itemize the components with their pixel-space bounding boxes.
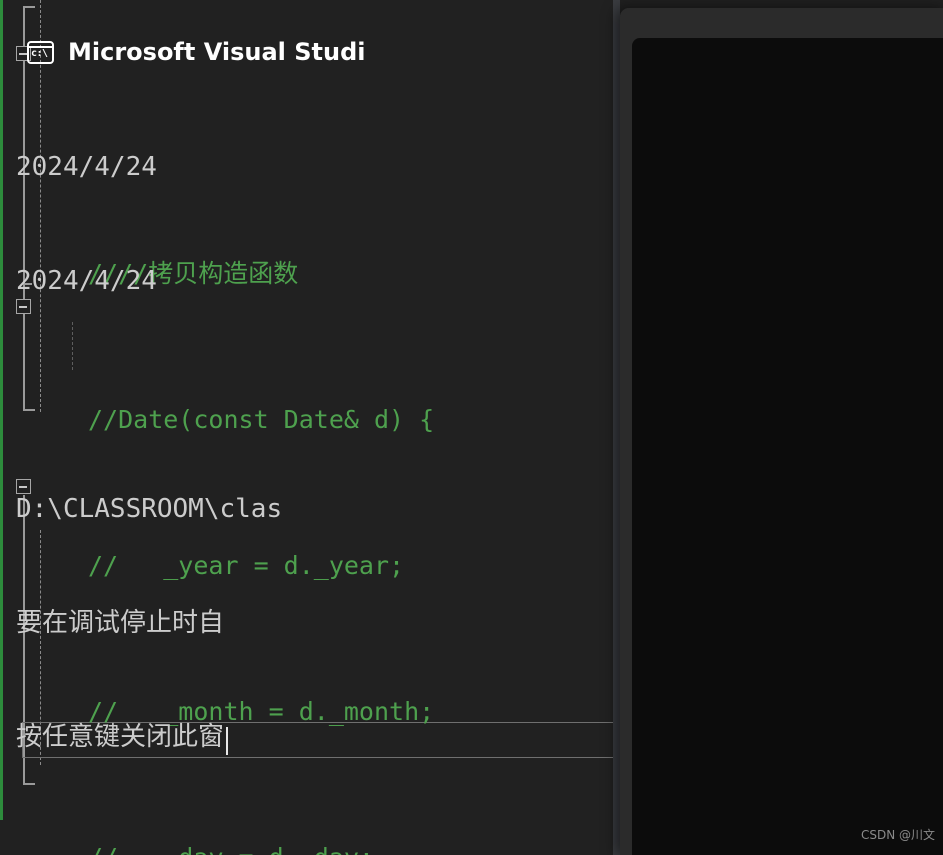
console-line-debug-note: 要在调试停止时自 [16,608,225,638]
pane-divider[interactable] [613,0,620,855]
console-titlebar-content: Microsoft Visual Studi [27,38,365,66]
console-line-output-1: 2024/4/24 [16,152,157,182]
screenshot-root: ////拷贝构造函数 //Date(const Date& d) { // _y… [0,0,943,855]
code-line-comment-day[interactable]: // _day = d._day; [0,840,617,855]
console-line-output-2: 2024/4/24 [16,266,157,296]
console-window[interactable] [620,8,943,855]
console-output-text: 2024/4/24 2024/4/24 D:\CLASSROOM\clas 要在… [16,72,346,832]
csdn-watermark: CSDN @川文 [860,828,935,842]
console-line-press-key: 按任意键关闭此窗 [16,722,225,752]
command-prompt-icon [27,40,54,64]
console-titlebar[interactable] [620,8,943,38]
comment-assign-day: // _day = d._day; [88,843,374,855]
console-output-area[interactable] [632,38,943,855]
console-line-exit-path: D:\CLASSROOM\clas [16,494,283,524]
console-window-title: Microsoft Visual Studi [68,38,366,66]
